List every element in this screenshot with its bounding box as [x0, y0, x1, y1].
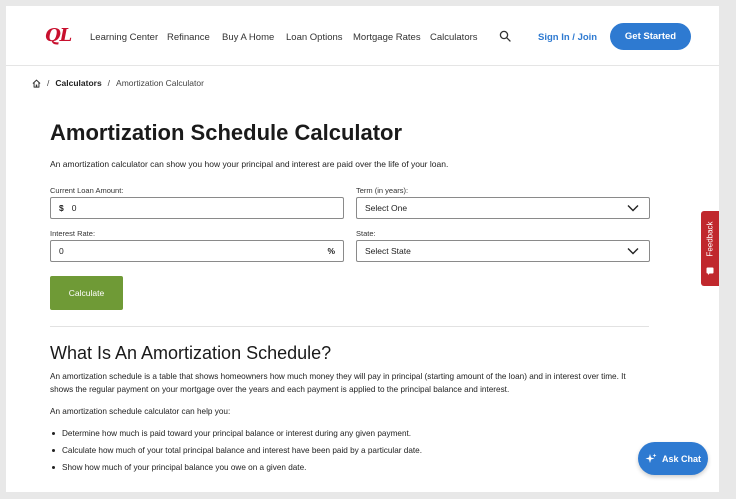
- sign-in-link[interactable]: Sign In / Join: [538, 32, 597, 43]
- ask-chat-button[interactable]: Ask Chat: [638, 442, 708, 475]
- term-label: Term (in years):: [356, 186, 409, 195]
- ask-chat-label: Ask Chat: [661, 453, 701, 464]
- list-item: Calculate how much of your total princip…: [50, 446, 422, 463]
- breadcrumb: / Calculators / Amortization Calculator: [32, 78, 204, 88]
- term-select[interactable]: Select One: [356, 197, 650, 219]
- calculate-button[interactable]: Calculate: [50, 276, 123, 310]
- loan-amount-value: 0: [71, 203, 77, 213]
- state-label: State:: [356, 229, 376, 238]
- home-icon[interactable]: [32, 79, 41, 88]
- percent-suffix: %: [327, 246, 335, 256]
- browser-frame: QL Learning Center Refinance Buy A Home …: [6, 6, 719, 492]
- section-paragraph: An amortization schedule is a table that…: [50, 372, 626, 394]
- breadcrumb-separator: /: [47, 78, 50, 88]
- list-item: Show how much of your principal balance …: [50, 463, 422, 480]
- sparkle-icon: [645, 453, 657, 463]
- nav-mortgage-rates[interactable]: Mortgage Rates: [353, 32, 421, 43]
- get-started-button[interactable]: Get Started: [610, 23, 691, 50]
- section-heading: What Is An Amortization Schedule?: [50, 343, 332, 363]
- state-select[interactable]: Select State: [356, 240, 650, 262]
- section-paragraph-2: An amortization schedule calculator can …: [50, 407, 231, 416]
- nav-refinance[interactable]: Refinance: [167, 32, 210, 43]
- chevron-down-icon: [627, 205, 639, 212]
- chevron-down-icon: [627, 248, 639, 255]
- search-icon[interactable]: [499, 30, 511, 42]
- list-item: Determine how much is paid toward your p…: [50, 429, 422, 446]
- site-header: QL Learning Center Refinance Buy A Home …: [6, 6, 719, 66]
- site-logo[interactable]: QL: [45, 25, 72, 46]
- interest-rate-label: Interest Rate:: [50, 229, 96, 238]
- nav-calculators[interactable]: Calculators: [430, 32, 478, 43]
- feedback-tab[interactable]: Feedback: [701, 211, 719, 286]
- page-title: Amortization Schedule Calculator: [50, 120, 403, 145]
- loan-amount-input[interactable]: $ 0: [50, 197, 344, 219]
- nav-learning-center[interactable]: Learning Center: [90, 32, 158, 43]
- loan-amount-label: Current Loan Amount:: [50, 186, 124, 195]
- interest-rate-input[interactable]: 0 %: [50, 240, 344, 262]
- breadcrumb-separator: /: [107, 78, 111, 88]
- interest-rate-value: 0: [59, 246, 64, 256]
- currency-prefix: $: [59, 203, 64, 213]
- state-value: Select State: [365, 246, 411, 256]
- feedback-icon: [706, 267, 714, 275]
- section-divider: [50, 326, 649, 327]
- nav-loan-options[interactable]: Loan Options: [286, 32, 343, 43]
- breadcrumb-current: Amortization Calculator: [116, 78, 204, 88]
- term-value: Select One: [365, 203, 408, 213]
- feedback-label: Feedback: [705, 221, 715, 257]
- nav-buy-a-home[interactable]: Buy A Home: [222, 32, 274, 43]
- breadcrumb-calculators[interactable]: Calculators: [55, 78, 101, 88]
- benefits-list: Determine how much is paid toward your p…: [50, 429, 422, 480]
- page-intro: An amortization calculator can show you …: [50, 159, 449, 169]
